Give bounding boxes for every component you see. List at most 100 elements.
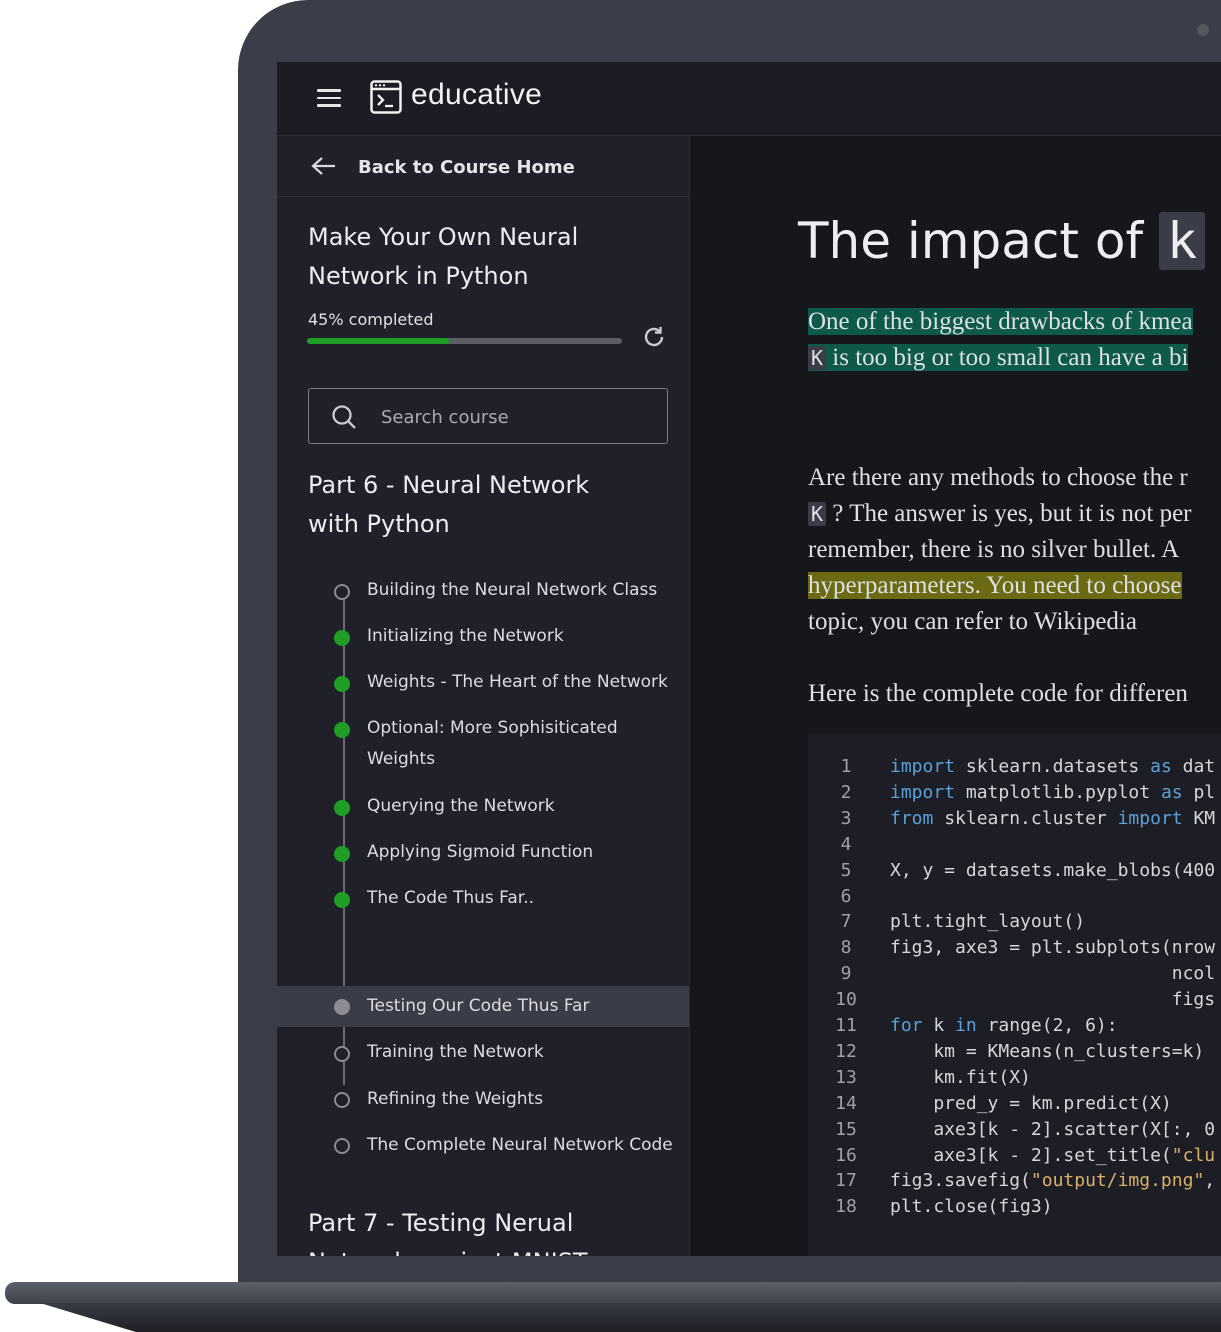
code-line: 12 km = KMeans(n_clusters=k) [808, 1041, 1221, 1067]
lesson-label: Optional: More Sophisiticated Weights [367, 718, 618, 769]
lesson-status-icon [334, 1046, 350, 1062]
lesson-item[interactable]: Building the Neural Network Class [277, 569, 689, 613]
lesson-item[interactable]: Refining the Weights [277, 1084, 689, 1128]
line-number: 4 [840, 833, 852, 855]
code-line: 5 X, y = datasets.make_blobs(400 [808, 860, 1221, 886]
line-number: 17 [835, 1170, 857, 1192]
paragraph-3: Here is the complete code for differen [808, 680, 1188, 707]
lesson-label: Applying Sigmoid Function [367, 842, 594, 862]
code-line: 6 [808, 886, 1221, 912]
lesson-item-current[interactable]: Testing Our Code Thus Far [277, 986, 689, 1027]
line-number: 11 [835, 1015, 857, 1036]
course-sidebar: Back to Course Home Make Your Own Neural… [277, 136, 690, 1256]
line-number: 8 [840, 937, 852, 959]
lesson-item[interactable]: Weights - The Heart of the Network [277, 661, 689, 705]
code-text: from sklearn.cluster import KM [890, 807, 1216, 829]
search-course-input[interactable] [379, 402, 653, 432]
line-number: 7 [840, 911, 852, 933]
refresh-icon[interactable] [641, 324, 667, 350]
code-line: 1 import sklearn.datasets as dat [808, 756, 1221, 782]
paragraph-line: remember, there is no silver bullet. A [808, 536, 1180, 563]
paragraph-line: ? The answer is yes, but it is not per [826, 500, 1192, 527]
code-line: 3 from sklearn.cluster import KM [808, 808, 1221, 834]
back-to-course-home-label: Back to Course Home [358, 157, 575, 178]
lesson-current-icon [334, 999, 350, 1015]
educative-logo-text[interactable]: educative [411, 78, 542, 112]
highlighted-text: is too big or too small can have a bi [826, 344, 1189, 371]
arrow-left-icon [311, 157, 335, 175]
lesson-item[interactable]: Querying the Network [277, 785, 689, 829]
code-widget[interactable]: 1 import sklearn.datasets as dat 2 import m… [808, 734, 1221, 1256]
code-line: 15 axe3[k - 2].scatter(X[:, 0 [808, 1119, 1221, 1145]
code-text: import matplotlib.pyplot as pl [890, 781, 1216, 803]
line-number: 15 [835, 1118, 857, 1140]
lesson-item[interactable]: Optional: More Sophisiticated Weights [277, 707, 689, 783]
code-line: 4 [808, 834, 1221, 860]
code-text: plt.tight_layout() [890, 911, 1086, 933]
code-text: km = KMeans(n_clusters=k) [890, 1040, 1205, 1062]
code-text: fig3, axe3 = plt.subplots(nrow [890, 937, 1216, 959]
code-text: axe3[k - 2].scatter(X[:, 0 [890, 1118, 1216, 1140]
inline-code: K [808, 346, 827, 370]
code-line: 13 km.fit(X) [808, 1067, 1221, 1093]
line-number: 13 [835, 1066, 857, 1088]
lesson-label: The Complete Neural Network Code [367, 1135, 673, 1155]
laptop-base [5, 1282, 1221, 1304]
code-text: pred_y = km.predict(X) [890, 1092, 1172, 1114]
code-line: 7 plt.tight_layout() [808, 911, 1221, 937]
heading-inline-code: k [1158, 212, 1206, 270]
lesson-completed-icon [334, 800, 350, 816]
lesson-label: Building the Neural Network Class [367, 580, 658, 600]
lesson-item[interactable]: Applying Sigmoid Function [277, 831, 689, 875]
code-line: 14 pred_y = km.predict(X) [808, 1093, 1221, 1119]
menu-icon[interactable] [317, 89, 341, 109]
code-text: import sklearn.datasets as dat [890, 756, 1216, 777]
line-number: 9 [840, 963, 852, 985]
line-number: 10 [835, 989, 857, 1011]
heading-text: The impact of [798, 212, 1159, 270]
progress-bar-fill [307, 338, 449, 344]
code-line: 17 fig3.savefig("output/img.png", [808, 1170, 1221, 1196]
lesson-label: Refining the Weights [367, 1089, 544, 1109]
part-7-title[interactable]: Part 7 - Testing Nerual Network against … [308, 1204, 628, 1256]
lesson-label: The Code Thus Far.. [367, 888, 535, 908]
part-6-title[interactable]: Part 6 - Neural Network with Python [308, 466, 628, 544]
laptop-base-edge [40, 1303, 1221, 1332]
code-line: 8 fig3, axe3 = plt.subplots(nrow [808, 937, 1221, 963]
paragraph-1: One of the biggest drawbacks of kmea K i… [808, 304, 1221, 376]
lesson-label: Testing Our Code Thus Far [367, 996, 590, 1016]
paragraph-2: Are there any methods to choose the r K … [808, 460, 1221, 640]
code-text: axe3[k - 2].set_title("clu [890, 1144, 1216, 1166]
lesson-completed-icon [334, 722, 350, 738]
lesson-item[interactable]: The Complete Neural Network Code [277, 1130, 689, 1174]
code-line: 16 axe3[k - 2].set_title("clu [808, 1145, 1221, 1171]
course-title: Make Your Own Neural Network in Python [308, 223, 579, 290]
back-to-course-home-link[interactable]: Back to Course Home [277, 136, 689, 197]
lesson-item[interactable]: Initializing the Network [277, 615, 689, 659]
code-line: 9 ncol [808, 963, 1221, 989]
code-text: plt.close(fig3) [890, 1196, 1053, 1218]
line-number: 12 [835, 1040, 857, 1062]
code-line: 2 import matplotlib.pyplot as pl [808, 782, 1221, 808]
progress-bar [307, 338, 622, 344]
lesson-heading: The impact of k or [798, 212, 1221, 270]
code-text: ncol [890, 963, 1216, 985]
lesson-completed-icon [334, 630, 350, 646]
lesson-item[interactable]: The Code Thus Far.. [277, 877, 689, 921]
lesson-content: The impact of k or One of the biggest dr… [690, 136, 1221, 1256]
code-text: figs [890, 989, 1216, 1011]
inline-code: K [808, 502, 827, 526]
line-number: 18 [835, 1196, 857, 1218]
lesson-label: Weights - The Heart of the Network [367, 672, 668, 692]
line-number: 14 [835, 1092, 857, 1114]
line-number: 6 [840, 885, 852, 907]
line-number: 2 [840, 781, 852, 803]
lesson-completed-icon [334, 676, 350, 692]
paragraph-line: topic, you can refer to Wikipedia [808, 608, 1137, 635]
lesson-completed-icon [334, 846, 350, 862]
line-number: 5 [840, 859, 852, 881]
lesson-status-icon [334, 1138, 350, 1154]
lesson-item[interactable]: Training the Network [277, 1037, 689, 1081]
top-navbar: educative [277, 62, 1221, 136]
paragraph-line: Are there any methods to choose the r [808, 464, 1188, 491]
